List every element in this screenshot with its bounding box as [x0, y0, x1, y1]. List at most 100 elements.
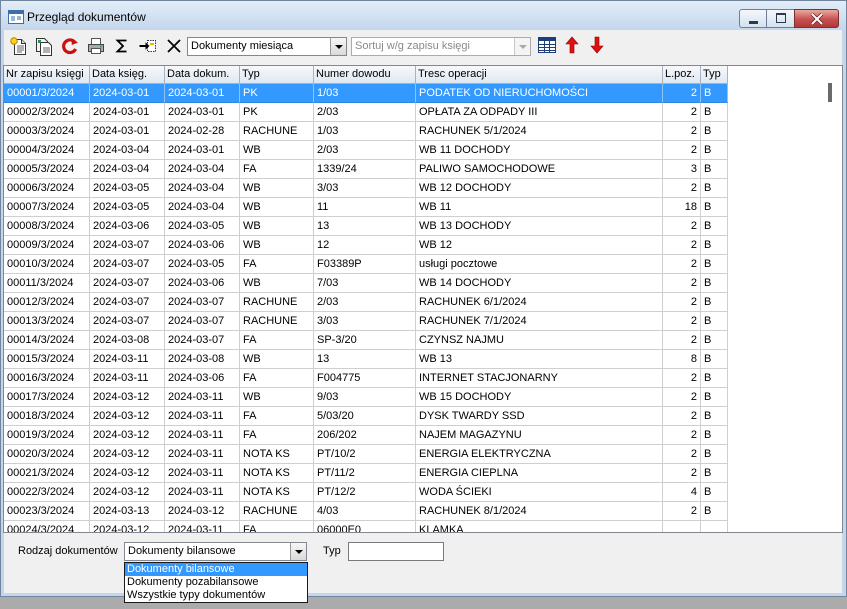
document-date-cell: 2024-03-06 — [165, 369, 240, 388]
table-row[interactable]: 00012/3/2024 2024-03-07 2024-03-07 RACHUNE 2… — [4, 293, 822, 312]
document-type-cell: PK — [240, 103, 314, 122]
document-number-cell: 1/03 — [314, 122, 416, 141]
period-dropdown-button[interactable] — [330, 38, 346, 55]
document-kind-dropdown-button[interactable] — [290, 543, 306, 560]
sort-dropdown-button[interactable] — [514, 38, 530, 55]
maximize-button[interactable] — [766, 9, 795, 28]
table-row[interactable]: 00008/3/2024 2024-03-06 2024-03-05 WB 13 WB 1… — [4, 217, 822, 236]
table-row[interactable]: 00013/3/2024 2024-03-07 2024-03-07 RACHUNE 3… — [4, 312, 822, 331]
table-body: 00001/3/2024 2024-03-01 2024-03-01 PK 1/03 PO… — [4, 84, 822, 532]
document-type-cell: WB — [240, 217, 314, 236]
document-date-header[interactable]: Data dokum. — [165, 66, 240, 84]
document-number-cell: 11 — [314, 198, 416, 217]
book-type-header[interactable]: Typ — [701, 66, 728, 84]
book-type-cell: B — [701, 369, 728, 388]
print-button[interactable] — [86, 36, 106, 56]
chevron-down-icon — [295, 550, 303, 554]
delete-button[interactable] — [164, 36, 184, 56]
description-cell: DYSK TWARDY SSD — [416, 407, 663, 426]
table-row[interactable]: 00018/3/2024 2024-03-12 2024-03-11 FA 5/03/2… — [4, 407, 822, 426]
table-row[interactable]: 00002/3/2024 2024-03-01 2024-03-01 PK 2/03 OP… — [4, 103, 822, 122]
entry-number-cell: 00015/3/2024 — [4, 350, 90, 369]
document-date-cell: 2024-03-11 — [165, 388, 240, 407]
sum-button[interactable] — [112, 36, 132, 56]
close-button[interactable] — [794, 9, 839, 28]
table-row[interactable]: 00016/3/2024 2024-03-11 2024-03-06 FA F00477… — [4, 369, 822, 388]
table-row[interactable]: 00017/3/2024 2024-03-12 2024-03-11 WB 9/03 WB… — [4, 388, 822, 407]
table-row[interactable]: 00007/3/2024 2024-03-05 2024-03-04 WB 11 WB 1… — [4, 198, 822, 217]
scrollbar-thumb[interactable] — [828, 83, 832, 102]
book-type-cell: B — [701, 388, 728, 407]
book-type-cell: B — [701, 255, 728, 274]
table-view-button[interactable] — [538, 37, 556, 53]
move-up-button[interactable] — [565, 36, 579, 54]
line-count-cell: 2 — [663, 236, 701, 255]
description-cell: WB 12 DOCHODY — [416, 179, 663, 198]
minimize-button[interactable] — [739, 9, 767, 28]
posting-date-header[interactable]: Data księg. — [90, 66, 165, 84]
table-row[interactable]: 00001/3/2024 2024-03-01 2024-03-01 PK 1/03 PO… — [4, 84, 822, 103]
add-document-button[interactable] — [9, 36, 29, 56]
document-number-cell: F004775 — [314, 369, 416, 388]
document-type-cell: RACHUNE — [240, 293, 314, 312]
edit-document-button[interactable] — [34, 36, 54, 56]
documents-table[interactable]: Nr zapisu księgi Data księg. Data dokum. Ty… — [3, 65, 843, 533]
table-row[interactable]: 00022/3/2024 2024-03-12 2024-03-11 NOTA KS P… — [4, 483, 822, 502]
document-kind-dropdown-list[interactable]: Dokumenty bilansowe Dokumenty pozabilanso… — [124, 562, 308, 603]
line-count-cell: 2 — [663, 445, 701, 464]
document-number-header[interactable]: Numer dowodu — [314, 66, 416, 84]
period-select-value: Dokumenty miesiąca — [191, 40, 294, 52]
table-row[interactable]: 00006/3/2024 2024-03-05 2024-03-04 WB 3/03 WB… — [4, 179, 822, 198]
document-number-cell: 3/03 — [314, 179, 416, 198]
line-count-cell: 2 — [663, 274, 701, 293]
add-document-icon — [10, 37, 26, 55]
import-button[interactable] — [138, 36, 158, 56]
sort-select[interactable]: Sortuj w/g zapisu księgi — [351, 37, 531, 56]
delete-icon — [167, 39, 181, 53]
move-down-button[interactable] — [590, 36, 604, 54]
entry-number-cell: 00016/3/2024 — [4, 369, 90, 388]
document-type-cell: WB — [240, 274, 314, 293]
document-date-cell: 2024-03-07 — [165, 293, 240, 312]
refresh-button[interactable] — [60, 36, 80, 56]
table-row[interactable]: 00005/3/2024 2024-03-04 2024-03-04 FA 1339/2… — [4, 160, 822, 179]
vertical-scrollbar[interactable] — [822, 66, 842, 532]
table-row[interactable]: 00024/3/2024 2024-03-12 2024-03-11 FA 06000E… — [4, 521, 822, 532]
description-cell: RACHUNEK 6/1/2024 — [416, 293, 663, 312]
table-row[interactable]: 00023/3/2024 2024-03-13 2024-03-12 RACHUNE 4… — [4, 502, 822, 521]
book-type-cell: B — [701, 350, 728, 369]
dropdown-option[interactable]: Dokumenty pozabilansowe — [125, 576, 307, 589]
line-count-header[interactable]: L.poz. — [663, 66, 701, 84]
table-row[interactable]: 00004/3/2024 2024-03-04 2024-03-01 WB 2/03 WB… — [4, 141, 822, 160]
table-row[interactable]: 00019/3/2024 2024-03-12 2024-03-11 FA 206/20… — [4, 426, 822, 445]
description-cell: CZYNSZ NAJMU — [416, 331, 663, 350]
table-row[interactable]: 00003/3/2024 2024-03-01 2024-02-28 RACHUNE 1… — [4, 122, 822, 141]
document-type-cell: NOTA KS — [240, 464, 314, 483]
description-header[interactable]: Tresc operacji — [416, 66, 663, 84]
document-kind-select[interactable]: Dokumenty bilansowe — [124, 542, 307, 561]
posting-date-cell: 2024-03-11 — [90, 369, 165, 388]
title-bar[interactable]: Przegląd dokumentów — [1, 1, 846, 30]
document-date-cell: 2024-03-08 — [165, 350, 240, 369]
table-row[interactable]: 00010/3/2024 2024-03-07 2024-03-05 FA F03389… — [4, 255, 822, 274]
type-input[interactable] — [348, 542, 444, 561]
table-row[interactable]: 00015/3/2024 2024-03-11 2024-03-08 WB 13 WB 1… — [4, 350, 822, 369]
entry-number-cell: 00007/3/2024 — [4, 198, 90, 217]
book-type-cell: B — [701, 464, 728, 483]
entry-number-header[interactable]: Nr zapisu księgi — [4, 66, 90, 84]
period-select[interactable]: Dokumenty miesiąca — [187, 37, 347, 56]
dropdown-option[interactable]: Dokumenty bilansowe — [125, 563, 307, 576]
document-type-header[interactable]: Typ — [240, 66, 314, 84]
entry-number-cell: 00022/3/2024 — [4, 483, 90, 502]
document-type-cell: FA — [240, 426, 314, 445]
table-row[interactable]: 00009/3/2024 2024-03-07 2024-03-06 WB 12 WB 1… — [4, 236, 822, 255]
table-row[interactable]: 00020/3/2024 2024-03-12 2024-03-11 NOTA KS P… — [4, 445, 822, 464]
table-row[interactable]: 00011/3/2024 2024-03-07 2024-03-06 WB 7/03 WB… — [4, 274, 822, 293]
dropdown-option[interactable]: Wszystkie typy dokumentów — [125, 589, 307, 602]
book-type-cell: B — [701, 122, 728, 141]
document-number-cell: 13 — [314, 217, 416, 236]
table-row[interactable]: 00021/3/2024 2024-03-12 2024-03-11 NOTA KS P… — [4, 464, 822, 483]
table-row[interactable]: 00014/3/2024 2024-03-08 2024-03-07 FA SP-3/2… — [4, 331, 822, 350]
document-type-cell: FA — [240, 255, 314, 274]
posting-date-cell: 2024-03-12 — [90, 388, 165, 407]
